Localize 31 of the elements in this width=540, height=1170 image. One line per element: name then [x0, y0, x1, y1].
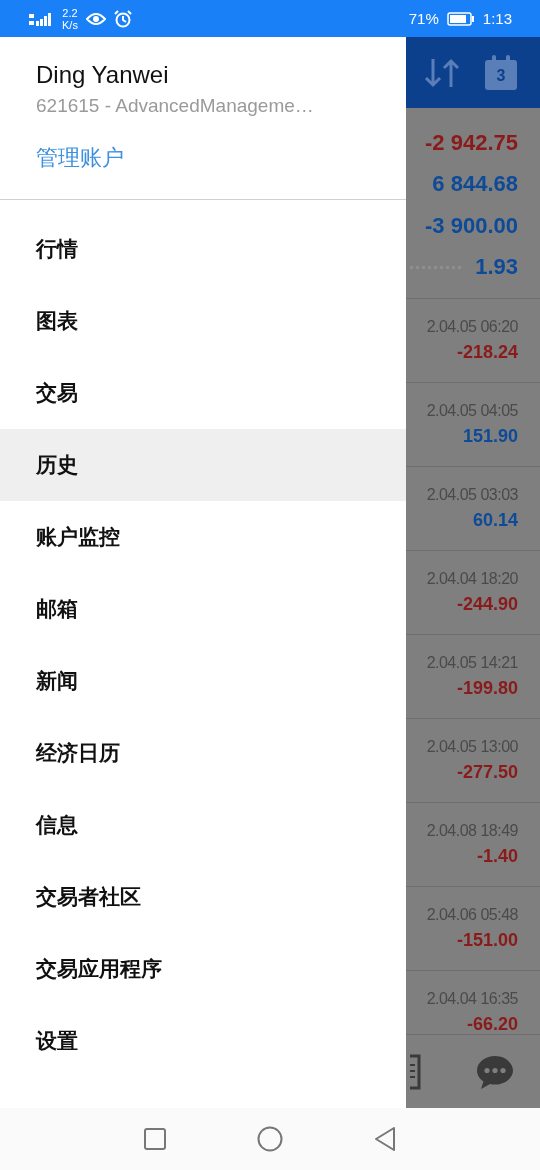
speed-unit: K/s: [62, 18, 78, 31]
user-name: Ding Yanwei: [36, 61, 170, 89]
calendar-day: 3: [484, 66, 518, 85]
recent-apps-icon[interactable]: [143, 1127, 167, 1151]
speed-value: 2.2: [62, 6, 78, 19]
summary-value: 1.93: [475, 254, 518, 281]
deal-profit: -199.80: [456, 678, 518, 699]
clock-time: 1:13: [482, 10, 512, 27]
chat-icon[interactable]: [476, 1053, 514, 1090]
deal-profit: -277.50: [456, 762, 518, 783]
summary-value: 6 844.68: [432, 171, 518, 198]
home-icon[interactable]: [257, 1126, 283, 1152]
summary-value: -2 942.75: [425, 129, 518, 156]
deal-profit: -218.24: [456, 342, 518, 363]
alarm-icon: [113, 9, 132, 28]
deal-profit: -1.40: [476, 846, 518, 867]
deal-profit: 151.90: [462, 426, 518, 447]
account-name: 621615 - AdvancedManageme…: [36, 95, 315, 117]
deal-profit: 60.14: [472, 510, 518, 531]
menu-item[interactable]: 历史: [0, 429, 406, 501]
deal-profit: -66.20: [466, 1014, 518, 1034]
battery-percent: 71%: [408, 10, 439, 27]
deal-profit: -244.90: [456, 594, 518, 615]
signal-icon: [28, 10, 54, 27]
sort-icon[interactable]: [424, 56, 460, 89]
eye-icon: [85, 11, 106, 26]
document-icon[interactable]: [410, 1053, 422, 1090]
summary-value: -3 900.00: [425, 212, 518, 239]
deal-profit: -151.00: [456, 930, 518, 951]
back-icon[interactable]: [373, 1126, 397, 1152]
battery-icon: [446, 11, 475, 26]
